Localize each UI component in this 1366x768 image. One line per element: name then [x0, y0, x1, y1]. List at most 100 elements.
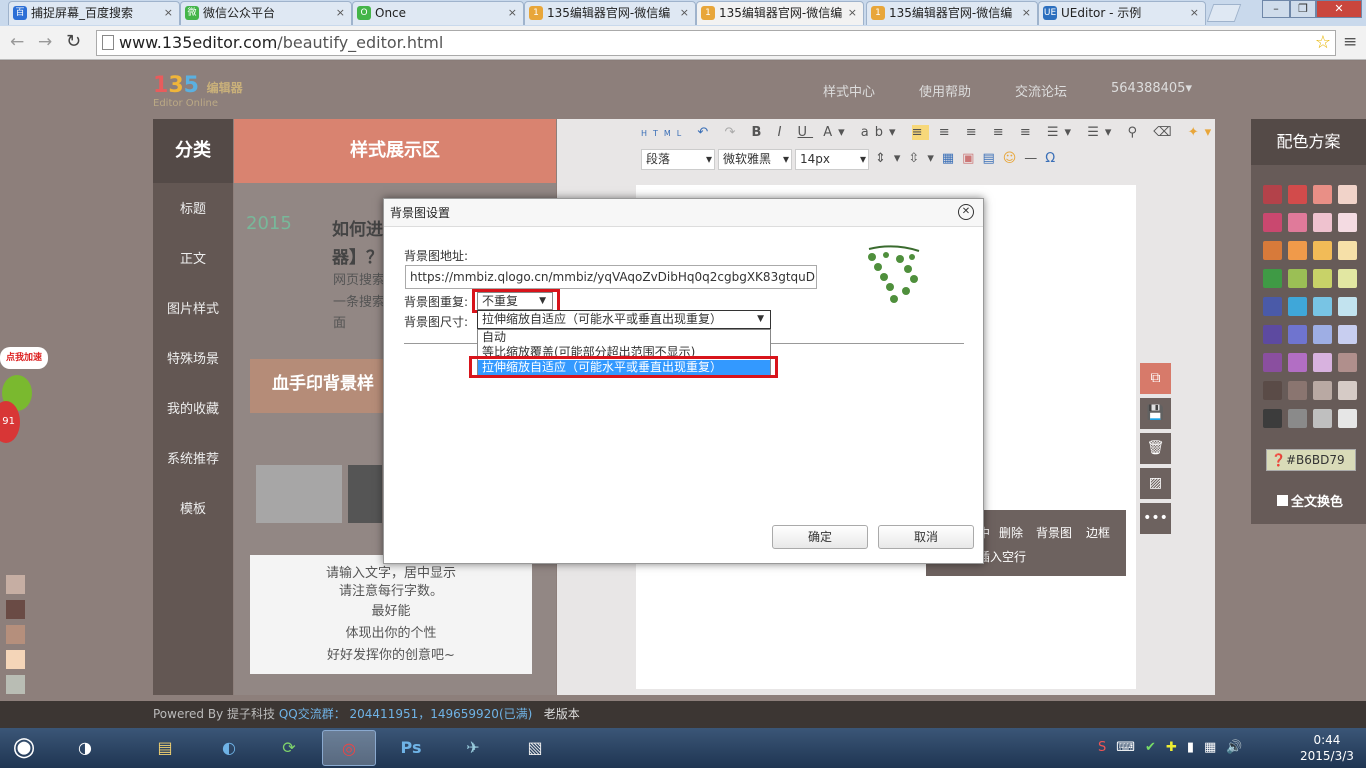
save-icon[interactable]: 💾	[1140, 398, 1171, 429]
footer-qq[interactable]: QQ交流群： 204411951，149659920(已满)	[279, 707, 533, 721]
color-swatch[interactable]	[1338, 325, 1357, 344]
start-icon[interactable]: ◉	[0, 730, 48, 766]
color-swatch[interactable]	[1288, 269, 1307, 288]
nav-style-center[interactable]: 样式中心	[823, 81, 875, 100]
category-title[interactable]: 标题	[153, 185, 233, 235]
category-image[interactable]: 图片样式	[153, 285, 233, 335]
copy-icon[interactable]: ⧉	[1140, 363, 1171, 394]
mini-swatch[interactable]	[6, 625, 25, 644]
close-icon[interactable]: ×	[336, 2, 345, 24]
color-input[interactable]: ❓#B6BD79	[1266, 449, 1356, 471]
color-swatch[interactable]	[1313, 381, 1332, 400]
table-icon[interactable]: ▦	[942, 151, 962, 166]
color-swatch[interactable]	[1263, 325, 1282, 344]
security-icon[interactable]: ✔	[1145, 740, 1166, 755]
footer-old-version[interactable]: 老版本	[544, 707, 580, 721]
device-icon[interactable]: ▮	[1187, 740, 1204, 755]
color-swatch[interactable]	[1338, 241, 1357, 260]
find-icon[interactable]: ⚲	[1128, 125, 1144, 140]
menu-icon[interactable]: ≡	[1343, 32, 1357, 52]
row-spacing-icon[interactable]: ⇳▾	[908, 151, 941, 166]
color-swatch[interactable]	[1313, 325, 1332, 344]
mini-swatch[interactable]	[6, 600, 25, 619]
ime-icon[interactable]: S	[1098, 740, 1116, 755]
indent-icon[interactable]: ≡	[1020, 125, 1037, 140]
tab-weixin[interactable]: 微微信公众平台 ×	[180, 1, 352, 25]
color-swatch[interactable]	[1288, 213, 1307, 232]
color-swatch[interactable]	[1263, 409, 1282, 428]
color-swatch[interactable]	[1263, 297, 1282, 316]
viewer-icon[interactable]: ▧	[508, 730, 562, 766]
color-swatch[interactable]	[1338, 409, 1357, 428]
undo-icon[interactable]: ↶	[697, 125, 714, 140]
redo-icon[interactable]: ↷	[724, 125, 741, 140]
tab-once[interactable]: O Once ×	[352, 1, 524, 25]
showcase-title[interactable]: 如何进	[332, 215, 383, 240]
popup-border[interactable]: 边框	[1086, 524, 1110, 541]
background-url-input[interactable]: https://mmbiz.qlogo.cn/mmbiz/yqVAqoZvDib…	[405, 265, 817, 289]
close-icon[interactable]: ×	[848, 2, 857, 24]
tab-135-active[interactable]: 1 135编辑器官网-微信编 ×	[696, 1, 864, 25]
reload-icon[interactable]: ↻	[66, 31, 81, 52]
nav-help[interactable]: 使用帮助	[919, 81, 971, 100]
forward-icon[interactable]: →	[38, 32, 52, 52]
category-template[interactable]: 模板	[153, 485, 233, 535]
color-swatch[interactable]	[1288, 241, 1307, 260]
color-swatch[interactable]	[1288, 353, 1307, 372]
tab-baidu[interactable]: 百捕捉屏幕_百度搜索 ×	[8, 1, 180, 25]
close-icon[interactable]: ×	[680, 2, 689, 24]
cancel-button[interactable]: 取消	[878, 525, 974, 549]
font-size-select[interactable]: 14px ▾	[795, 149, 869, 170]
volume-icon[interactable]: 🔊	[1226, 740, 1252, 755]
color-swatch[interactable]	[1263, 269, 1282, 288]
center-text-sample[interactable]: 请输入文字，居中显示 请注意每行字数。 最好能 体现出你的个性 好好发挥你的创意…	[250, 555, 532, 674]
checkbox[interactable]	[1277, 495, 1288, 506]
highlight-icon[interactable]: ab▾	[861, 125, 902, 140]
color-swatch[interactable]	[1263, 241, 1282, 260]
eraser-icon[interactable]: ⌫	[1153, 125, 1177, 140]
special-char-icon[interactable]: Ω	[1045, 151, 1063, 166]
nav-user[interactable]: 564388405▾	[1111, 81, 1192, 96]
color-swatch[interactable]	[1338, 353, 1357, 372]
nav-forum[interactable]: 交流论坛	[1015, 81, 1067, 100]
color-swatch[interactable]	[1313, 409, 1332, 428]
align-right-icon[interactable]: ≡	[966, 125, 983, 140]
site-logo[interactable]: 135 编辑器 Editor Online	[153, 73, 243, 109]
plus-icon[interactable]: ✚	[1166, 740, 1187, 755]
close-icon[interactable]: ×	[508, 2, 517, 24]
ok-button[interactable]: 确定	[772, 525, 868, 549]
photoshop-icon[interactable]: Ps	[384, 730, 438, 766]
color-swatch[interactable]	[1313, 185, 1332, 204]
color-swatch[interactable]	[1288, 381, 1307, 400]
color-swatch[interactable]	[1288, 185, 1307, 204]
category-scene[interactable]: 特殊场景	[153, 335, 233, 385]
color-swatch[interactable]	[1263, 381, 1282, 400]
popup-background[interactable]: 背景图	[1036, 524, 1072, 541]
maximize-button[interactable]: ❐	[1290, 0, 1316, 18]
window-close-button[interactable]: ✕	[1316, 0, 1362, 18]
bullet-list-icon[interactable]: ☰▾	[1047, 125, 1077, 140]
star-icon[interactable]: ☆	[1315, 31, 1331, 55]
align-center-icon[interactable]: ≡	[939, 125, 956, 140]
italic-icon[interactable]: I	[778, 125, 788, 140]
color-swatch[interactable]	[1313, 269, 1332, 288]
color-swatch[interactable]	[1338, 213, 1357, 232]
magic-icon[interactable]: ✦▾	[1188, 125, 1217, 140]
html-icon[interactable]: HTML	[641, 129, 687, 138]
image-icon[interactable]: ▣	[962, 151, 982, 166]
category-body[interactable]: 正文	[153, 235, 233, 285]
chat-icon[interactable]: ◐	[202, 730, 256, 766]
mini-swatch[interactable]	[6, 675, 25, 694]
color-swatch[interactable]	[1288, 297, 1307, 316]
category-favorites[interactable]: 我的收藏	[153, 385, 233, 435]
font-family-select[interactable]: 微软雅黑 ▾	[718, 149, 792, 170]
trash-icon[interactable]: 🗑	[1140, 433, 1171, 464]
color-swatch[interactable]	[1338, 185, 1357, 204]
color-swatch[interactable]	[1263, 353, 1282, 372]
align-left-icon[interactable]: ≡	[911, 125, 929, 140]
minimize-button[interactable]: –	[1262, 0, 1290, 18]
color-swatch[interactable]	[1338, 381, 1357, 400]
tab-135-1[interactable]: 1 135编辑器官网-微信编 ×	[524, 1, 696, 25]
color-swatch[interactable]	[1313, 297, 1332, 316]
more-icon[interactable]: •••	[1140, 503, 1171, 534]
